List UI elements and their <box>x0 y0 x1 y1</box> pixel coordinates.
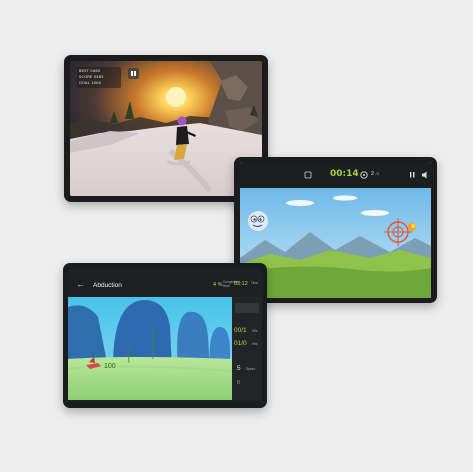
monster-character[interactable] <box>248 211 268 231</box>
lives-counter: 2 /3 <box>371 171 379 177</box>
hud-line-goal: GOAL 1000 <box>79 81 102 86</box>
lives-value: 2 <box>371 171 375 177</box>
time-value: 03:12 <box>234 281 248 287</box>
shooter-top-bar: 00:14 2 /3 <box>240 162 431 188</box>
hits-label-2: Hits <box>252 342 258 346</box>
completion-label: Completion level <box>223 280 240 288</box>
shooter-timer: 00:14 <box>330 169 359 179</box>
speed-label: Speed <box>246 367 256 371</box>
sound-icon[interactable] <box>422 171 427 179</box>
back-arrow-icon[interactable]: ← <box>76 279 85 289</box>
flight-scene: 100 <box>68 297 232 400</box>
speed-value: 5 <box>237 365 241 372</box>
minimap <box>235 303 259 313</box>
shooter-game-screen[interactable]: 00:14 2 /3 <box>240 162 431 298</box>
hits-value-1: 00/1 <box>234 327 247 334</box>
life-icon <box>360 171 368 179</box>
extra-value: 0 <box>237 380 240 386</box>
target-score: 100 <box>104 363 116 370</box>
pause-icon[interactable] <box>410 172 415 178</box>
score-panel: BEST 0465 SCORE 0465 GOAL 1000 <box>77 67 121 88</box>
pause-button[interactable] <box>128 68 139 79</box>
tablet-flight: ← Abduction 4 % Completion level 03:12 T… <box>63 263 267 408</box>
flight-game-screen[interactable]: ← Abduction 4 % Completion level 03:12 T… <box>68 268 262 402</box>
completion-percent: 4 % <box>213 282 223 288</box>
lives-total: /3 <box>375 171 379 176</box>
menu-icon[interactable] <box>304 171 312 179</box>
shooter-scene <box>240 188 431 298</box>
hits-value-2: 01/0 <box>234 340 247 347</box>
hits-label-1: Hits <box>252 329 258 333</box>
level-title: Abduction <box>93 282 122 289</box>
stats-panel: 00/1 Hits 01/0 Hits 5 Speed 0 <box>232 297 262 400</box>
pause-icon <box>131 71 133 76</box>
time-label: Time <box>251 281 258 285</box>
